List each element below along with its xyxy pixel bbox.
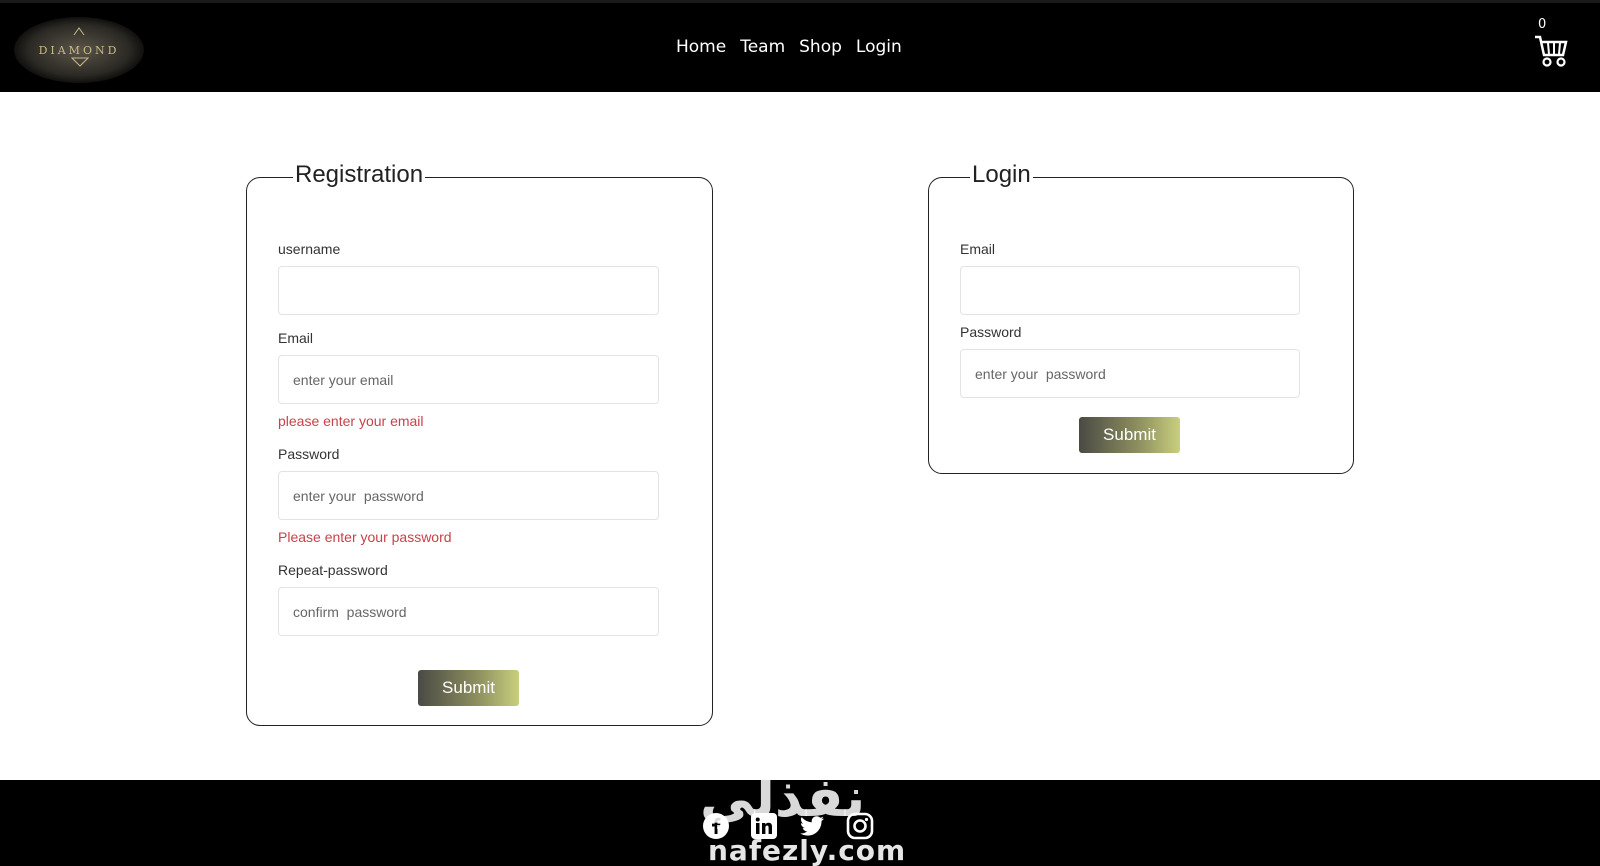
- username-input[interactable]: [278, 266, 659, 315]
- repeat-password-input[interactable]: [278, 587, 659, 636]
- shopping-cart-icon: [1535, 35, 1568, 67]
- login-form: Login Email Password Submit: [928, 161, 1354, 474]
- logo-sparkle-icon: [73, 27, 85, 36]
- cart-count-badge: 0: [1538, 17, 1547, 32]
- nav-login-link[interactable]: Login: [856, 37, 902, 57]
- login-title: Login: [970, 161, 1033, 189]
- login-password-input[interactable]: [960, 349, 1300, 398]
- main-nav: Home Team Shop Login: [676, 37, 902, 57]
- login-email-label: Email: [960, 241, 996, 257]
- nav-shop-link[interactable]: Shop: [799, 37, 842, 57]
- reg-password-error: Please enter your password: [278, 529, 452, 545]
- watermark-logo: nafezly.com: [708, 834, 907, 866]
- reg-email-input[interactable]: [278, 355, 659, 404]
- logo-text: DIAMOND: [38, 43, 120, 57]
- brand-logo[interactable]: DIAMOND: [14, 17, 144, 83]
- reg-email-label: Email: [278, 330, 314, 346]
- register-submit-button[interactable]: Submit: [418, 670, 519, 706]
- top-navbar: DIAMOND Home Team Shop Login 0: [0, 0, 1600, 92]
- nav-home-link[interactable]: Home: [676, 37, 726, 57]
- username-label: username: [278, 241, 341, 257]
- registration-form: Registration username Email please enter…: [246, 161, 713, 726]
- watermark-arabic: نفذلي: [700, 766, 866, 829]
- login-password-label: Password: [960, 324, 1022, 340]
- cart-button[interactable]: 0: [1534, 17, 1574, 73]
- login-submit-button[interactable]: Submit: [1079, 417, 1180, 453]
- login-email-input[interactable]: [960, 266, 1300, 315]
- reg-password-input[interactable]: [278, 471, 659, 520]
- reg-password-label: Password: [278, 446, 340, 462]
- logo-gem-icon: [71, 57, 89, 67]
- reg-email-error: please enter your email: [278, 413, 424, 429]
- repeat-password-label: Repeat-password: [278, 562, 388, 578]
- nav-team-link[interactable]: Team: [740, 37, 785, 57]
- registration-title: Registration: [293, 161, 426, 189]
